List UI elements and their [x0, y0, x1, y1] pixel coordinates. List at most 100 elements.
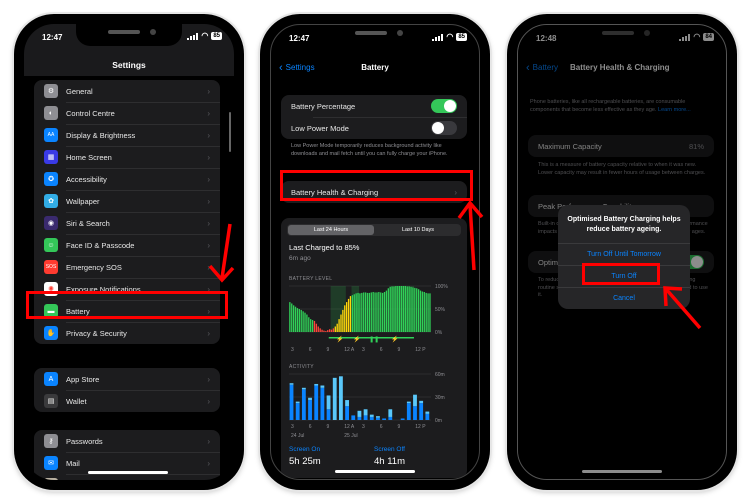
- highlight-turn-off-button: [582, 263, 660, 285]
- x-tick-label: 9: [398, 347, 401, 353]
- activity-bar-screen-off: [320, 385, 325, 388]
- battery-bar: [313, 320, 316, 332]
- scrollbar[interactable]: [229, 112, 231, 152]
- x-tick-label: 9: [398, 424, 401, 430]
- time-range-segmented-control: Last 24 Hours Last 10 Days: [287, 224, 461, 236]
- home-indicator[interactable]: [88, 471, 168, 474]
- battery-bar: [383, 291, 386, 332]
- activity-bar-screen-off: [338, 376, 343, 420]
- notch: [76, 24, 182, 46]
- settings-item-wallpaper[interactable]: ✿ Wallpaper ›: [34, 190, 220, 212]
- gear-icon: ⚙: [44, 84, 58, 98]
- settings-item-label: Display & Brightness: [66, 130, 136, 140]
- status-time: 12:47: [289, 34, 310, 43]
- activity-bar-screen-off: [413, 394, 417, 407]
- battery-bar: [364, 292, 367, 332]
- tab-last-24-hours[interactable]: Last 24 Hours: [288, 225, 374, 235]
- signal-icon: [432, 33, 444, 41]
- chevron-right-icon: ›: [207, 152, 210, 162]
- battery-bar: [294, 306, 297, 332]
- highlight-battery-health-row: [280, 170, 473, 201]
- x-tick-label: 6: [309, 424, 312, 430]
- activity-bar-screen-on: [388, 416, 393, 420]
- battery-bar: [417, 289, 420, 332]
- hand-icon: ✋: [44, 326, 58, 340]
- activity-bar-screen-off: [314, 383, 319, 386]
- activity-bar-screen-on: [406, 403, 411, 420]
- phone-battery-health: 12:48 ◠ 84 ‹ Battery Battery Health & Ch…: [507, 14, 737, 490]
- activity-bar-screen-on: [301, 389, 306, 420]
- battery-bar: [291, 303, 293, 332]
- battery-bar: [419, 290, 422, 332]
- settings-item-accessibility[interactable]: ✪ Accessibility ›: [34, 168, 220, 190]
- settings-item-label: Passwords: [66, 436, 103, 446]
- chevron-right-icon: ›: [207, 328, 210, 338]
- settings-item-passwords[interactable]: ⚷ Passwords ›: [34, 430, 220, 452]
- mail-icon: ✉: [44, 456, 58, 470]
- settings-item-face-id-passcode[interactable]: ☺ Face ID & Passcode ›: [34, 234, 220, 256]
- chevron-right-icon: ›: [207, 108, 210, 118]
- battery-bar: [397, 286, 399, 332]
- speaker: [355, 31, 387, 35]
- battery-bar: [414, 287, 416, 332]
- settings-item-label: App Store: [66, 374, 100, 384]
- app-store-icon: A: [44, 372, 58, 386]
- page-title: Battery: [361, 63, 389, 72]
- settings-item-emergency-sos[interactable]: SOS Emergency SOS ›: [34, 256, 220, 278]
- battery-bar: [393, 286, 395, 332]
- screen-off-value: 4h 11m: [374, 456, 405, 467]
- activity-bar-screen-on: [369, 416, 374, 420]
- settings-item-general[interactable]: ⚙ General ›: [34, 80, 220, 102]
- y-tick-label: 60m: [435, 372, 445, 378]
- battery-bar: [410, 286, 412, 332]
- battery-bar: [347, 298, 350, 332]
- battery-bar: [353, 294, 355, 332]
- battery-bar: [387, 288, 389, 332]
- settings-item-app-store[interactable]: A App Store ›: [34, 368, 220, 390]
- settings-item-contacts[interactable]: ◙Contacts›: [34, 474, 220, 480]
- activity-bar-screen-off: [357, 410, 362, 417]
- settings-screen: 12:47 ◠ 85 Settings ⚙ General › ◐ Control Ce…: [24, 24, 234, 480]
- activity-bar-screen-on: [376, 417, 380, 420]
- battery-bar: [330, 329, 333, 332]
- activity-bar-screen-off: [425, 411, 430, 414]
- x-tick-label: 12 A: [344, 347, 355, 353]
- activity-bar-screen-on: [400, 418, 405, 420]
- usage-card: Last 24 Hours Last 10 Days Last Charged …: [281, 218, 467, 478]
- x-tick-label: 12 P: [415, 347, 426, 353]
- turn-off-until-tomorrow-button[interactable]: Turn Off Until Tomorrow: [558, 243, 690, 265]
- battery-bar: [325, 331, 327, 332]
- wallet-icon: ▤: [44, 394, 58, 408]
- low-power-mode-toggle[interactable]: [431, 121, 457, 135]
- chevron-right-icon: ›: [207, 130, 210, 140]
- settings-item-privacy-security[interactable]: ✋ Privacy & Security ›: [34, 322, 220, 344]
- settings-item-display-brightness[interactable]: AA Display & Brightness ›: [34, 124, 220, 146]
- activity-bar-screen-off: [332, 377, 337, 420]
- activity-bar-screen-on: [326, 409, 331, 420]
- tab-last-10-days[interactable]: Last 10 Days: [375, 224, 461, 236]
- settings-item-home-screen[interactable]: ▦ Home Screen ›: [34, 146, 220, 168]
- highlight-battery-row: [26, 291, 228, 319]
- settings-item-wallet[interactable]: ▤ Wallet ›: [34, 390, 220, 412]
- alert-message: Optimised Battery Charging helps reduce …: [567, 216, 681, 233]
- settings-item-siri-search[interactable]: ◉ Siri & Search ›: [34, 212, 220, 234]
- battery-bar: [349, 296, 352, 332]
- battery-bar: [359, 293, 361, 332]
- screen-off-label: Screen Off: [374, 446, 405, 453]
- battery-bar: [304, 312, 306, 332]
- chevron-right-icon: ›: [207, 374, 210, 384]
- charging-bolt-icon: ⚡: [391, 335, 398, 343]
- battery-percentage-toggle[interactable]: [431, 99, 457, 113]
- battery-bar: [332, 328, 335, 332]
- activity-bar-screen-off: [406, 401, 411, 404]
- settings-item-control-centre[interactable]: ◐ Control Centre ›: [34, 102, 220, 124]
- charging-bolt-icon: ⚡: [336, 335, 343, 343]
- wallpaper-flower-icon: ✿: [44, 194, 58, 208]
- battery-bar: [423, 291, 425, 332]
- x-tick-label: 9: [327, 347, 330, 353]
- activity-bar-screen-off: [419, 400, 424, 404]
- settings-item-label: Siri & Search: [66, 218, 110, 228]
- settings-item-label: Control Centre: [66, 108, 115, 118]
- battery-bar: [355, 293, 357, 332]
- home-indicator[interactable]: [335, 470, 415, 473]
